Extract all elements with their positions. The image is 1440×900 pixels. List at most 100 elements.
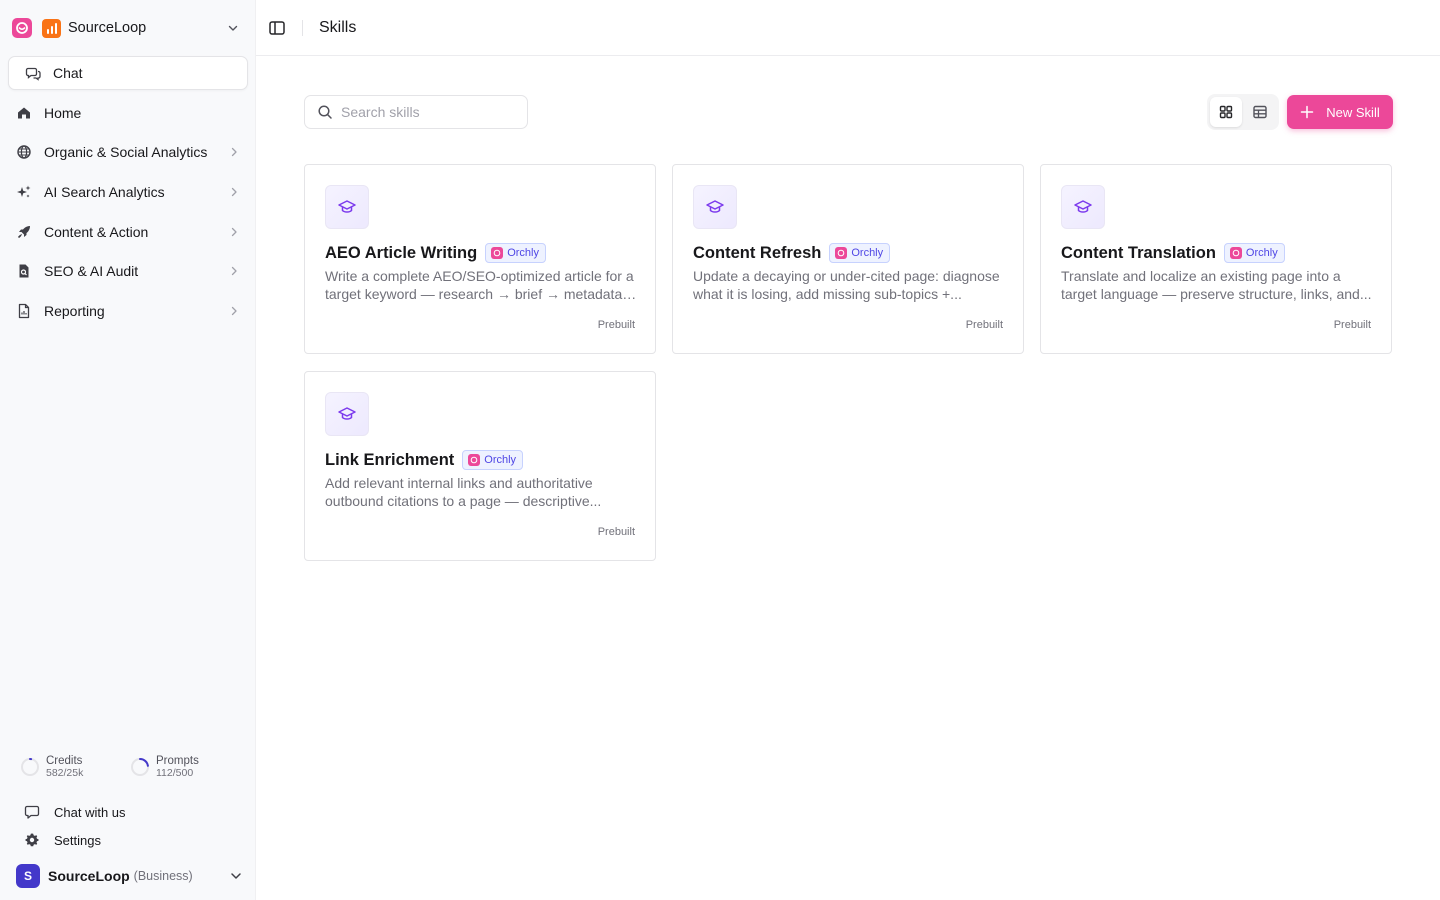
- chevron-right-icon: [231, 306, 237, 315]
- chevron-right-icon: [231, 227, 237, 236]
- skill-title-row: Link Enrichment Orchly: [325, 450, 524, 470]
- workspace-chart-icon: [42, 18, 61, 38]
- prompts-value: 112/500: [156, 767, 194, 779]
- table-icon: [1253, 105, 1267, 119]
- skill-description: Update a decaying or under-cited page: d…: [693, 267, 1005, 303]
- grid-icon: [1219, 105, 1233, 119]
- graduation-cap-icon: [1074, 200, 1092, 213]
- skill-card-content-refresh[interactable]: Content Refresh Orchly Update a decaying…: [672, 164, 1024, 354]
- sidebar-item-label: SEO & AI Audit: [44, 263, 139, 280]
- new-skill-label: New Skill: [1326, 104, 1380, 120]
- skill-icon-container: [325, 185, 369, 229]
- provider-badge-label: Orchly: [484, 454, 517, 466]
- orchly-logo-icon: [491, 247, 504, 259]
- avatar: S: [16, 864, 40, 888]
- account-name: SourceLoop: [48, 868, 130, 884]
- chat-button[interactable]: Chat: [8, 56, 248, 90]
- orchly-logo-icon: [835, 247, 848, 259]
- skill-title-row: Content Refresh Orchly: [693, 243, 891, 263]
- page-title: Skills: [319, 18, 357, 36]
- table-view-button[interactable]: [1244, 97, 1276, 127]
- provider-badge: Orchly: [485, 243, 546, 263]
- sidebar-item-label: Reporting: [44, 302, 105, 319]
- prompts-progress-ring: [131, 758, 149, 776]
- chat-with-us-link[interactable]: Chat with us: [24, 802, 224, 822]
- chat-label: Chat: [53, 65, 83, 81]
- chat-with-us-label: Chat with us: [54, 804, 126, 820]
- header-divider: [302, 19, 303, 36]
- sidebar-item-ai-search-analytics[interactable]: AI Search Analytics: [8, 172, 248, 212]
- rocket-icon: [17, 225, 30, 238]
- graduation-cap-icon: [338, 200, 356, 213]
- sidebar-item-label: Home: [44, 104, 82, 121]
- sidebar-toggle-icon[interactable]: [268, 19, 286, 37]
- account-switcher[interactable]: S SourceLoop (Business): [16, 864, 244, 888]
- orchly-logo-icon: [1229, 247, 1242, 259]
- skill-title: Content Translation: [1061, 243, 1216, 262]
- skill-title: Link Enrichment: [325, 450, 455, 469]
- home-icon: [18, 107, 30, 119]
- skill-type-tag: Prebuilt: [965, 319, 1003, 331]
- audit-icon: [19, 264, 29, 278]
- gear-icon: [25, 833, 39, 847]
- skill-type-tag: Prebuilt: [597, 526, 635, 538]
- skill-title-row: Content Translation Orchly: [1061, 243, 1285, 263]
- skill-description-line: Translate and localize an existing page …: [1061, 268, 1341, 284]
- logo-icon: [16, 22, 28, 34]
- chevron-down-icon: [231, 873, 241, 879]
- credits-value: 582/25k: [46, 767, 84, 779]
- provider-badge: Orchly: [829, 243, 891, 263]
- skill-description: Write a complete AEO/SEO-optimized artic…: [325, 267, 637, 303]
- skill-description-line: Add relevant internal links and authorit…: [325, 475, 593, 491]
- view-mode-toggle: [1207, 94, 1279, 130]
- sidebar-item-label: AI Search Analytics: [44, 183, 165, 200]
- sidebar-item-reporting[interactable]: Reporting: [8, 291, 248, 331]
- report-icon: [18, 303, 30, 318]
- skill-icon-container: [1061, 185, 1105, 229]
- search-icon: [318, 105, 332, 119]
- skill-description: Add relevant internal links and authorit…: [325, 474, 637, 510]
- skill-card-content-translation[interactable]: Content Translation Orchly Translate and…: [1040, 164, 1392, 354]
- graduation-cap-icon: [338, 407, 356, 420]
- message-icon: [24, 805, 40, 819]
- skill-title: AEO Article Writing: [325, 243, 478, 262]
- chevron-right-icon: [231, 187, 237, 197]
- skill-card-link-enrichment[interactable]: Link Enrichment Orchly Add relevant inte…: [304, 371, 656, 561]
- workspace-name: SourceLoop: [68, 20, 147, 36]
- sparkles-icon: [17, 185, 31, 198]
- skill-type-tag: Prebuilt: [1333, 319, 1371, 331]
- usage-meters: Credits 582/25k Prompts 112/500: [20, 752, 240, 782]
- graduation-cap-icon: [706, 200, 724, 213]
- settings-label: Settings: [54, 832, 101, 848]
- skill-description-line: target language — preserve structure, li…: [1061, 286, 1372, 302]
- search-input[interactable]: [341, 104, 521, 120]
- provider-badge: Orchly: [1223, 243, 1285, 263]
- sidebar-item-organic-social-analytics[interactable]: Organic & Social Analytics: [8, 133, 248, 173]
- new-skill-button[interactable]: New Skill: [1287, 95, 1393, 129]
- account-plan: (Business): [133, 869, 193, 883]
- skill-description-line: Update a decaying or under-cited page: d…: [693, 268, 1000, 284]
- orchly-logo-icon: [468, 454, 481, 466]
- grid-view-button[interactable]: [1210, 97, 1242, 127]
- skill-description: Translate and localize an existing page …: [1061, 267, 1373, 303]
- sidebar-item-content-action[interactable]: Content & Action: [8, 212, 248, 252]
- skill-type-tag: Prebuilt: [597, 319, 635, 331]
- sidebar-item-label: Content & Action: [44, 223, 149, 240]
- sidebar: SourceLoop Chat Home Organic & Social An…: [0, 0, 256, 900]
- credits-label: Credits: [46, 755, 83, 767]
- skill-card-aeo-article-writing[interactable]: AEO Article Writing Orchly Write a compl…: [304, 164, 656, 354]
- credits-progress-ring: [21, 758, 39, 776]
- chevron-down-icon[interactable]: [226, 21, 240, 35]
- search-box[interactable]: [304, 95, 528, 129]
- settings-link[interactable]: Settings: [24, 830, 224, 850]
- app-logo: [12, 18, 32, 38]
- chevron-right-icon: [231, 148, 237, 157]
- skill-description-line: Write a complete AEO/SEO-optimized artic…: [325, 268, 634, 284]
- sidebar-item-home[interactable]: Home: [8, 93, 248, 133]
- workspace-switcher[interactable]: SourceLoop: [0, 0, 256, 56]
- provider-badge: Orchly: [462, 450, 524, 470]
- skill-description-line: outbound citations to a page — descripti…: [325, 493, 602, 509]
- sidebar-item-seo-ai-audit[interactable]: SEO & AI Audit: [8, 251, 248, 291]
- plus-icon: [1301, 105, 1314, 119]
- sidebar-item-label: Organic & Social Analytics: [44, 144, 208, 161]
